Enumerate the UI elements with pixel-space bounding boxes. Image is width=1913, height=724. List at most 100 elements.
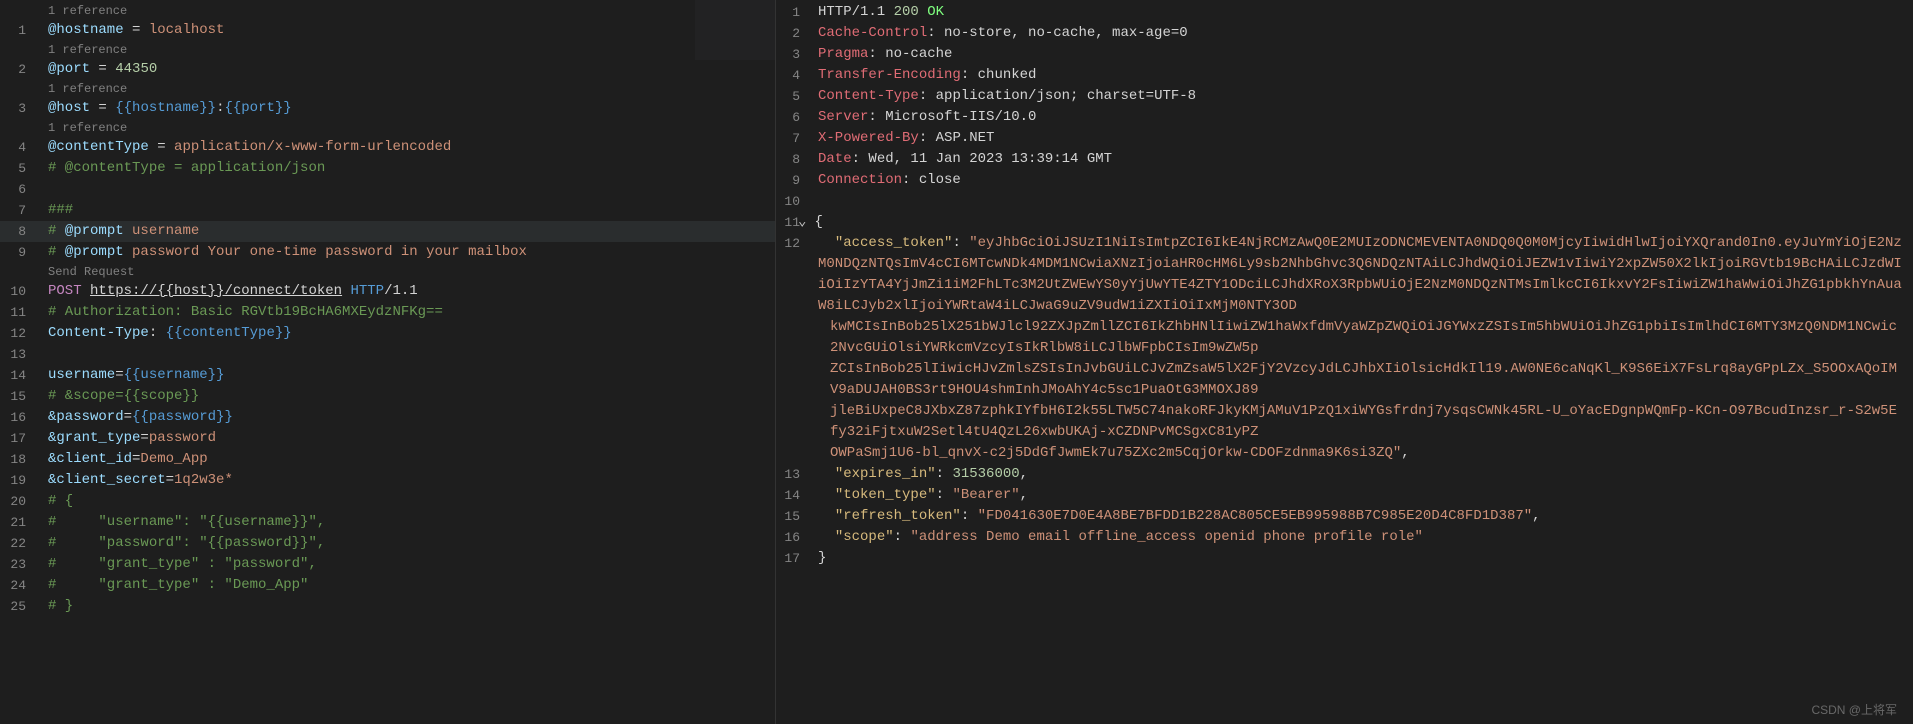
code-content[interactable]: ZCIsInBob25lIiwicHJvZmlsZSIsInJvbGUiLCJv… (814, 359, 1903, 401)
code-content[interactable]: POST https://{{host}}/connect/token HTTP… (44, 281, 418, 302)
code-line[interactable]: 16 "scope": "address Demo email offline_… (776, 527, 1913, 548)
code-line[interactable]: 6Server: Microsoft-IIS/10.0 (776, 107, 1913, 128)
code-line[interactable]: 8# @prompt username (0, 221, 775, 242)
code-line[interactable]: 15 "refresh_token": "FD041630E7D0E4A8BE7… (776, 506, 1913, 527)
code-line[interactable]: OWPaSmj1U6-bl_qnvX-c2j5DdGfJwmEk7u75ZXc2… (776, 443, 1913, 464)
code-line[interactable]: 15# &scope={{scope}} (0, 386, 775, 407)
code-line[interactable]: 17} (776, 548, 1913, 569)
code-content[interactable]: &password={{password}} (44, 407, 233, 428)
code-content[interactable]: Connection: close (814, 170, 961, 191)
response-code[interactable]: 1HTTP/1.1 200 OK2Cache-Control: no-store… (776, 0, 1913, 569)
code-content[interactable]: @contentType = application/x-www-form-ur… (44, 137, 451, 158)
response-editor-pane[interactable]: 1HTTP/1.1 200 OK2Cache-Control: no-store… (776, 0, 1913, 724)
code-content[interactable]: } (814, 548, 826, 569)
code-line[interactable]: 11# Authorization: Basic RGVtb19BcHA6MXE… (0, 302, 775, 323)
code-content[interactable]: @host = {{hostname}}:{{port}} (44, 98, 292, 119)
code-line[interactable]: 21# "username": "{{username}}", (0, 512, 775, 533)
code-content[interactable]: # "username": "{{username}}", (44, 512, 325, 533)
code-line[interactable]: 11⌄{ (776, 212, 1913, 233)
code-line[interactable]: 9Connection: close (776, 170, 1913, 191)
line-number: 8 (776, 149, 814, 170)
code-content[interactable]: # "password": "{{password}}", (44, 533, 325, 554)
code-line[interactable]: 1@hostname = localhost (0, 20, 775, 41)
code-line[interactable]: ZCIsInBob25lIiwicHJvZmlsZSIsInJvbGUiLCJv… (776, 359, 1913, 401)
code-line[interactable]: 6 (0, 179, 775, 200)
code-content[interactable]: @port = 44350 (44, 59, 157, 80)
code-line[interactable]: 2Cache-Control: no-store, no-cache, max-… (776, 23, 1913, 44)
code-content[interactable]: HTTP/1.1 200 OK (814, 2, 944, 23)
code-content[interactable]: Server: Microsoft-IIS/10.0 (814, 107, 1036, 128)
code-line[interactable]: 13 (0, 344, 775, 365)
code-content[interactable]: OWPaSmj1U6-bl_qnvX-c2j5DdGfJwmEk7u75ZXc2… (814, 443, 1410, 464)
code-line[interactable]: 18&client_id=Demo_App (0, 449, 775, 470)
code-content[interactable]: Cache-Control: no-store, no-cache, max-a… (814, 23, 1188, 44)
code-content[interactable]: Transfer-Encoding: chunked (814, 65, 1036, 86)
code-content[interactable]: Content-Type: {{contentType}} (44, 323, 292, 344)
code-line[interactable]: 22# "password": "{{password}}", (0, 533, 775, 554)
code-line[interactable]: 4Transfer-Encoding: chunked (776, 65, 1913, 86)
code-line[interactable]: 2@port = 44350 (0, 59, 775, 80)
code-line[interactable]: 16&password={{password}} (0, 407, 775, 428)
code-line[interactable]: 5Content-Type: application/json; charset… (776, 86, 1913, 107)
code-line[interactable]: 12 "access_token": "eyJhbGciOiJSUzI1NiIs… (776, 233, 1913, 317)
code-line[interactable]: 7### (0, 200, 775, 221)
code-content[interactable]: Content-Type: application/json; charset=… (814, 86, 1196, 107)
code-content[interactable]: { (810, 212, 822, 233)
code-line[interactable]: 14username={{username}} (0, 365, 775, 386)
code-content[interactable]: @hostname = localhost (44, 20, 224, 41)
code-content[interactable]: "token_type": "Bearer", (814, 485, 1028, 506)
code-line[interactable]: 14 "token_type": "Bearer", (776, 485, 1913, 506)
code-content[interactable]: # Authorization: Basic RGVtb19BcHA6MXEyd… (44, 302, 443, 323)
code-content[interactable]: Date: Wed, 11 Jan 2023 13:39:14 GMT (814, 149, 1112, 170)
code-line[interactable]: 20# { (0, 491, 775, 512)
code-line[interactable]: 12Content-Type: {{contentType}} (0, 323, 775, 344)
code-content[interactable]: # &scope={{scope}} (44, 386, 199, 407)
request-editor-pane[interactable]: 1 reference1@hostname = localhost1 refer… (0, 0, 776, 724)
code-line[interactable]: 8Date: Wed, 11 Jan 2023 13:39:14 GMT (776, 149, 1913, 170)
codelens-send-request[interactable]: Send Request (0, 263, 775, 281)
code-line[interactable]: 10POST https://{{host}}/connect/token HT… (0, 281, 775, 302)
code-line[interactable]: 24# "grant_type" : "Demo_App" (0, 575, 775, 596)
code-content[interactable]: jleBiUxpeC8JXbxZ87zphkIYfbH6I2k55LTW5C74… (814, 401, 1903, 443)
code-line[interactable]: 23# "grant_type" : "password", (0, 554, 775, 575)
code-content[interactable]: username={{username}} (44, 365, 224, 386)
code-content[interactable]: "expires_in": 31536000, (814, 464, 1028, 485)
code-content[interactable]: # @prompt password Your one-time passwor… (44, 242, 527, 263)
code-content[interactable]: ### (44, 200, 73, 221)
code-content[interactable]: &client_secret=1q2w3e* (44, 470, 233, 491)
code-line[interactable]: 10 (776, 191, 1913, 212)
code-line[interactable]: 13 "expires_in": 31536000, (776, 464, 1913, 485)
code-content[interactable]: &client_id=Demo_App (44, 449, 208, 470)
code-line[interactable]: 19&client_secret=1q2w3e* (0, 470, 775, 491)
code-line[interactable]: 1HTTP/1.1 200 OK (776, 2, 1913, 23)
code-content[interactable]: &grant_type=password (44, 428, 216, 449)
code-content[interactable]: # "grant_type" : "password", (44, 554, 317, 575)
code-content[interactable]: # { (44, 491, 73, 512)
code-line[interactable]: 3Pragma: no-cache (776, 44, 1913, 65)
codelens-reference[interactable]: 1 reference (0, 41, 775, 59)
code-content[interactable]: "access_token": "eyJhbGciOiJSUzI1NiIsImt… (814, 233, 1903, 317)
code-line[interactable]: 25# } (0, 596, 775, 617)
code-content[interactable]: # } (44, 596, 73, 617)
fold-icon[interactable]: ⌄ (798, 212, 806, 233)
code-content[interactable]: X-Powered-By: ASP.NET (814, 128, 994, 149)
codelens-reference[interactable]: 1 reference (0, 2, 775, 20)
code-line[interactable]: 17&grant_type=password (0, 428, 775, 449)
code-content[interactable]: "scope": "address Demo email offline_acc… (814, 527, 1423, 548)
code-line[interactable]: 5# @contentType = application/json (0, 158, 775, 179)
code-line[interactable]: jleBiUxpeC8JXbxZ87zphkIYfbH6I2k55LTW5C74… (776, 401, 1913, 443)
code-line[interactable]: 4@contentType = application/x-www-form-u… (0, 137, 775, 158)
request-code[interactable]: 1 reference1@hostname = localhost1 refer… (0, 0, 775, 617)
code-line[interactable]: 3@host = {{hostname}}:{{port}} (0, 98, 775, 119)
code-content[interactable]: # "grant_type" : "Demo_App" (44, 575, 308, 596)
codelens-reference[interactable]: 1 reference (0, 80, 775, 98)
code-content[interactable]: kwMCIsInBob25lX251bWJlcl92ZXJpZmllZCI6Ik… (814, 317, 1903, 359)
code-content[interactable]: # @contentType = application/json (44, 158, 325, 179)
code-content[interactable]: # @prompt username (44, 221, 199, 242)
code-line[interactable]: 7X-Powered-By: ASP.NET (776, 128, 1913, 149)
code-content[interactable]: Pragma: no-cache (814, 44, 952, 65)
code-line[interactable]: kwMCIsInBob25lX251bWJlcl92ZXJpZmllZCI6Ik… (776, 317, 1913, 359)
code-line[interactable]: 9# @prompt password Your one-time passwo… (0, 242, 775, 263)
codelens-reference[interactable]: 1 reference (0, 119, 775, 137)
code-content[interactable]: "refresh_token": "FD041630E7D0E4A8BE7BFD… (814, 506, 1541, 527)
